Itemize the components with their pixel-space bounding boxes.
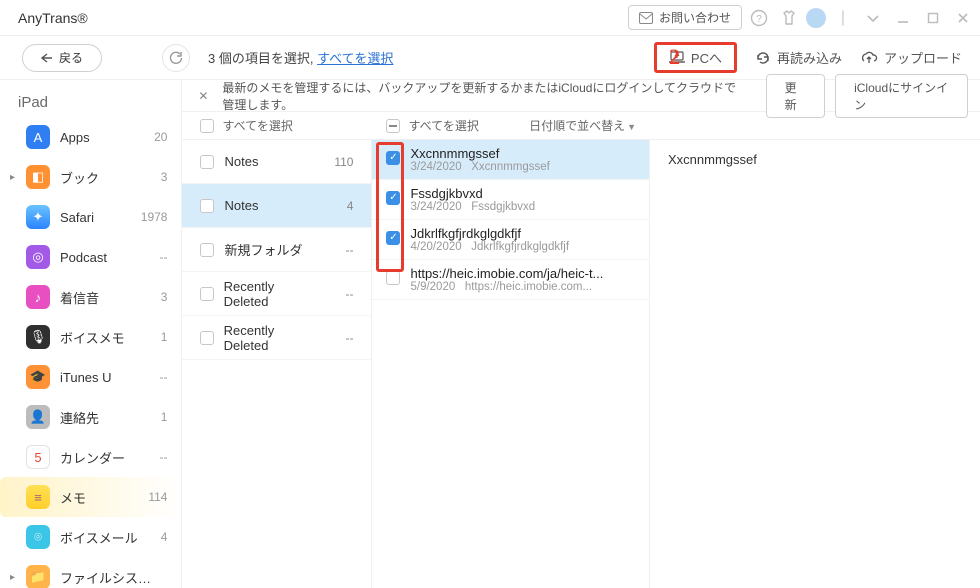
folder-row[interactable]: Notes 4 xyxy=(182,184,371,228)
refresh-button[interactable] xyxy=(162,44,190,72)
folder-row[interactable]: 新規フォルダ -- xyxy=(182,228,371,272)
divider: | xyxy=(830,5,856,31)
note-row[interactable]: Jdkrlfkgfjrdkglgdkfjf 4/20/2020 Jdkrlfkg… xyxy=(372,220,649,260)
contact-button[interactable]: お問い合わせ xyxy=(628,5,742,30)
sidebar-item-calendar[interactable]: 5 カレンダー -- xyxy=(0,437,181,477)
arrow-left-icon xyxy=(41,53,53,63)
banner-message: 最新のメモを管理するには、バックアップを更新するかまたはiCloudにログインし… xyxy=(222,79,745,113)
sort-button[interactable]: 日付順で並べ替え▼ xyxy=(529,117,636,134)
safari-icon: ✦ xyxy=(26,205,50,229)
folder-checkbox[interactable] xyxy=(200,155,214,169)
banner-close-icon[interactable]: ✕ xyxy=(194,89,212,103)
folder-checkbox[interactable] xyxy=(200,243,214,257)
sidebar-item-podcast[interactable]: ◎ Podcast -- xyxy=(0,237,181,277)
chevron-down-icon[interactable] xyxy=(860,5,886,31)
sidebar-item-apps[interactable]: A Apps 20 xyxy=(0,117,181,157)
folder-checkbox[interactable] xyxy=(200,199,214,213)
select-all-folders-checkbox[interactable] xyxy=(200,119,214,133)
laptop-icon xyxy=(669,51,685,64)
main: iPad A Apps 20 ◧ ブック 3 ✦ Safari 1978 ◎ P… xyxy=(0,80,980,588)
voicememo-icon: 🎙 xyxy=(26,325,50,349)
sidebar-item-voicemail[interactable]: ⌾ ボイスメール 4 xyxy=(0,517,181,557)
reload-label: 再読み込み xyxy=(777,48,842,67)
filesystem-icon: 📁 xyxy=(26,565,50,588)
selection-info: 3 個の項目を選択, すべてを選択 xyxy=(208,48,393,67)
refresh-icon xyxy=(169,51,183,65)
mail-icon xyxy=(639,12,653,24)
sidebar-item-voicememo[interactable]: 🎙 ボイスメモ 1 xyxy=(0,317,181,357)
back-button[interactable]: 戻る xyxy=(22,44,102,72)
titlebar: AnyTrans® お問い合わせ ? | xyxy=(0,0,980,36)
toolbar: 戻る 3 個の項目を選択, すべてを選択 PCへ 再読み込み アップロード xyxy=(0,36,980,80)
note-checkbox[interactable] xyxy=(386,151,400,165)
sidebar-item-filesystem[interactable]: 📁 ファイルシステム xyxy=(0,557,181,588)
header-col-a: すべてを選択 xyxy=(222,117,292,134)
help-icon[interactable]: ? xyxy=(746,5,772,31)
app-title: AnyTrans® xyxy=(18,10,88,26)
calendar-icon: 5 xyxy=(26,445,50,469)
device-name: iPad xyxy=(0,88,181,117)
shirt-icon[interactable] xyxy=(776,5,802,31)
reload-icon xyxy=(755,50,771,66)
note-checkbox[interactable] xyxy=(386,271,400,285)
note-row[interactable]: https://heic.imobie.com/ja/heic-t... 5/9… xyxy=(372,260,649,300)
folder-row[interactable]: Recently Deleted -- xyxy=(182,272,371,316)
note-row[interactable]: Xxcnnmmgssef 3/24/2020 Xxcnnmmgssef xyxy=(372,140,649,180)
svg-text:?: ? xyxy=(756,14,762,25)
update-button[interactable]: 更新 xyxy=(766,74,826,118)
contacts-icon: 👤 xyxy=(26,405,50,429)
close-icon[interactable] xyxy=(950,5,976,31)
sidebar-item-safari[interactable]: ✦ Safari 1978 xyxy=(0,197,181,237)
sidebar-item-notes[interactable]: ≡ メモ 114 xyxy=(0,477,181,517)
podcast-icon: ◎ xyxy=(26,245,50,269)
select-all-link[interactable]: すべてを選択 xyxy=(317,51,393,66)
info-banner: ✕ 最新のメモを管理するには、バックアップを更新するかまたはiCloudにログイ… xyxy=(182,80,980,112)
note-detail-title: Xxcnnmmgssef xyxy=(650,140,980,179)
to-pc-label: PCへ xyxy=(691,48,722,67)
sidebar-item-ringtones[interactable]: ♪ 着信音 3 xyxy=(0,277,181,317)
note-checkbox[interactable] xyxy=(386,191,400,205)
folder-row[interactable]: Notes 110 xyxy=(182,140,371,184)
header-col-b: すべてを選択 xyxy=(408,117,478,134)
upload-button[interactable]: アップロード xyxy=(860,48,962,67)
reload-button[interactable]: 再読み込み xyxy=(755,48,842,67)
sidebar: iPad A Apps 20 ◧ ブック 3 ✦ Safari 1978 ◎ P… xyxy=(0,80,182,588)
minimize-icon[interactable] xyxy=(890,5,916,31)
detail-column: Xxcnnmmgssef xyxy=(650,140,980,588)
apps-icon: A xyxy=(26,125,50,149)
upload-icon xyxy=(860,51,878,65)
content: ✕ 最新のメモを管理するには、バックアップを更新するかまたはiCloudにログイ… xyxy=(182,80,980,588)
folder-column: Notes 110 Notes 4 新規フォルダ -- Recently Del… xyxy=(182,140,372,588)
note-checkbox[interactable] xyxy=(386,231,400,245)
folder-checkbox[interactable] xyxy=(200,287,213,301)
upload-label: アップロード xyxy=(884,48,962,67)
sidebar-item-itunesu[interactable]: 🎓 iTunes U -- xyxy=(0,357,181,397)
note-column: 1 Xxcnnmmgssef 3/24/2020 Xxcnnmmgssef Fs… xyxy=(372,140,650,588)
folder-row[interactable]: Recently Deleted -- xyxy=(182,316,371,360)
ringtones-icon: ♪ xyxy=(26,285,50,309)
books-icon: ◧ xyxy=(26,165,50,189)
note-row[interactable]: Fssdgjkbvxd 3/24/2020 Fssdgjkbvxd xyxy=(372,180,649,220)
contact-label: お問い合わせ xyxy=(659,9,731,26)
to-pc-button[interactable]: PCへ xyxy=(654,42,737,73)
itunesu-icon: 🎓 xyxy=(26,365,50,389)
notes-icon: ≡ xyxy=(26,485,50,509)
back-label: 戻る xyxy=(59,49,83,66)
voicemail-icon: ⌾ xyxy=(26,525,50,549)
sidebar-item-contacts[interactable]: 👤 連絡先 1 xyxy=(0,397,181,437)
maximize-icon[interactable] xyxy=(920,5,946,31)
icloud-signin-button[interactable]: iCloudにサインイン xyxy=(835,74,968,118)
user-avatar[interactable] xyxy=(806,8,826,28)
select-all-notes-checkbox[interactable] xyxy=(386,119,400,133)
folder-checkbox[interactable] xyxy=(200,331,213,345)
column-headers: すべてを選択 すべてを選択 日付順で並べ替え▼ xyxy=(182,112,980,140)
sidebar-item-books[interactable]: ◧ ブック 3 xyxy=(0,157,181,197)
